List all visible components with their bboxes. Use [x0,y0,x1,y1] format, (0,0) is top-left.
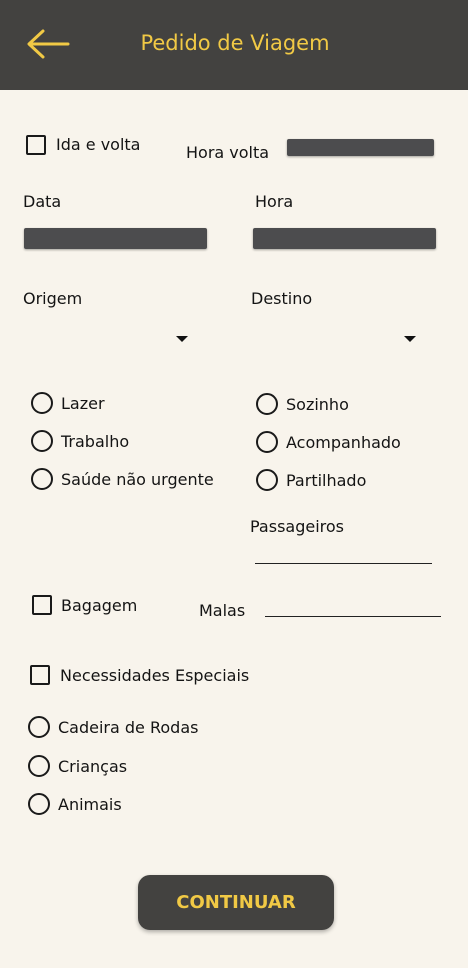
special-needs-option-label: Animais [58,795,122,814]
special-needs-option-label: Crianças [58,757,128,776]
purpose-option-label: Lazer [61,394,105,413]
bags-label: Malas [199,601,246,620]
purpose-option-label: Trabalho [61,432,130,451]
special-needs-checkbox[interactable] [30,665,50,685]
time-field[interactable] [253,228,436,249]
page-title: Pedido de Viagem [140,31,330,55]
destination-dropdown[interactable] [251,322,421,356]
destination-label: Destino [251,289,313,308]
radio-criancas[interactable] [28,755,50,777]
luggage-label: Bagagem [61,596,138,615]
radio-cadeira-de-rodas[interactable] [28,716,50,738]
return-time-field[interactable] [287,139,434,156]
continue-button[interactable]: CONTINUAR [138,875,334,930]
radio-lazer[interactable] [31,392,53,414]
radio-sozinho[interactable] [256,393,278,415]
company-option-label: Acompanhado [286,433,401,452]
round-trip-checkbox[interactable] [26,135,46,155]
radio-animais[interactable] [28,793,50,815]
round-trip-label: Ida e volta [56,135,141,154]
purpose-option-label: Saúde não urgente [61,470,214,489]
company-option-label: Partilhado [286,471,367,490]
company-option-label: Sozinho [286,395,349,414]
radio-partilhado[interactable] [256,469,278,491]
special-needs-option-label: Cadeira de Rodas [58,718,199,737]
luggage-checkbox[interactable] [32,595,52,615]
passengers-label: Passageiros [250,517,345,536]
input-underline [255,563,432,564]
radio-acompanhado[interactable] [256,431,278,453]
special-needs-label: Necessidades Especiais [60,666,250,685]
bags-input[interactable] [265,592,441,618]
return-time-label: Hora volta [186,143,270,162]
time-label: Hora [255,192,294,211]
origin-label: Origem [23,289,83,308]
radio-saude-nao-urgente[interactable] [31,468,53,490]
input-underline [265,616,441,617]
chevron-down-icon [404,336,416,342]
date-field[interactable] [24,228,207,249]
chevron-down-icon [176,336,188,342]
passengers-input[interactable] [255,538,432,564]
origin-dropdown[interactable] [23,322,193,356]
radio-trabalho[interactable] [31,430,53,452]
date-label: Data [23,192,62,211]
